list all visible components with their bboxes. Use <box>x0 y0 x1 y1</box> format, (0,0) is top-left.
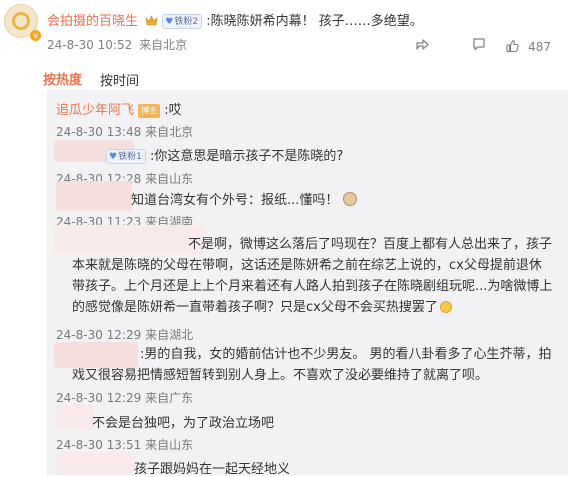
like-count: 487 <box>528 40 551 54</box>
reply-item: ♥铁粉1 :你这意思是暗示孩子不是陈晓的? <box>106 145 343 164</box>
redacted-username <box>56 181 132 211</box>
reply-item: 追瓜少年阿飞 博主 :哎 <box>56 99 182 118</box>
like-button[interactable]: 487 <box>505 36 551 57</box>
camera-lens-logo <box>12 12 30 30</box>
reply-item: :男的自我，女的婚前估计也不少男友。 男的看八卦看多了心生芥蒂，拍戏又很容易把情… <box>72 344 554 386</box>
reply-text: 知道台湾女有个外号：报纸...懂吗！ <box>131 193 339 208</box>
reply-meta: 24-8-30 12:29 来自湖北 <box>56 328 194 342</box>
crown-icon <box>145 15 158 26</box>
reply-text: 不是啊，微博这么落后了吗现在？百度上都有人总出来了，孩子本来就是陈晓的父母在带啊… <box>72 237 553 315</box>
cat-emoji-icon <box>342 192 357 206</box>
reply-text: :男的自我，女的婚前估计也不少男友。 男的看八卦看多了心生芥蒂，拍戏又很容易把情… <box>72 347 552 383</box>
redacted-username <box>56 452 136 475</box>
tab-sort-time[interactable]: 按时间 <box>100 70 139 89</box>
vip-badge-icon: v <box>30 30 41 41</box>
redacted-username <box>56 404 94 430</box>
reply-item: 知道台湾女有个外号：报纸...懂吗！ <box>131 189 357 208</box>
comment-icon[interactable] <box>472 36 486 55</box>
reply-meta: 24-8-30 13:51 来自山东 <box>56 438 194 452</box>
post-author-name[interactable]: 会拍摄的百晓生 <box>47 14 138 29</box>
reply-item: 孩子跟妈妈在一起天经地义 <box>134 458 290 477</box>
reply-item: 不会是台独吧，为了政治立场吧 <box>92 412 274 431</box>
post-location: 来自北京 <box>139 38 188 52</box>
share-icon[interactable] <box>415 36 429 55</box>
reply-meta: 24-8-30 13:48 来自北京 <box>56 125 194 139</box>
post-timestamp: 24-8-30 10:52 <box>47 38 133 52</box>
post-header: 会拍摄的百晓生 ♥铁粉2 :陈晓陈妍希内幕！ 孩子……多绝望。 <box>47 10 423 29</box>
fan-level-badge: ♥铁粉2 <box>162 14 203 29</box>
post-text: :陈晓陈妍希内幕！ 孩子……多绝望。 <box>206 14 423 29</box>
reply-text: 不会是台独吧，为了政治立场吧 <box>92 416 275 431</box>
like-icon <box>505 38 519 57</box>
post-meta: 24-8-30 10:52 来自北京 <box>47 36 187 53</box>
smile-emoji-icon <box>439 301 452 313</box>
reply-author-name[interactable]: 追瓜少年阿飞 <box>56 103 134 118</box>
reply-item: 不是啊，微博这么落后了吗现在？百度上都有人总出来了，孩子本来就是陈晓的父母在带啊… <box>72 234 554 318</box>
reply-text: :你这意思是暗示孩子不是陈晓的? <box>149 149 344 164</box>
blogger-badge: 博主 <box>138 103 161 118</box>
tab-sort-hot[interactable]: 按热度 <box>43 69 82 94</box>
fan-level-badge: ♥铁粉1 <box>106 149 146 164</box>
reply-text: :哎 <box>164 103 182 118</box>
